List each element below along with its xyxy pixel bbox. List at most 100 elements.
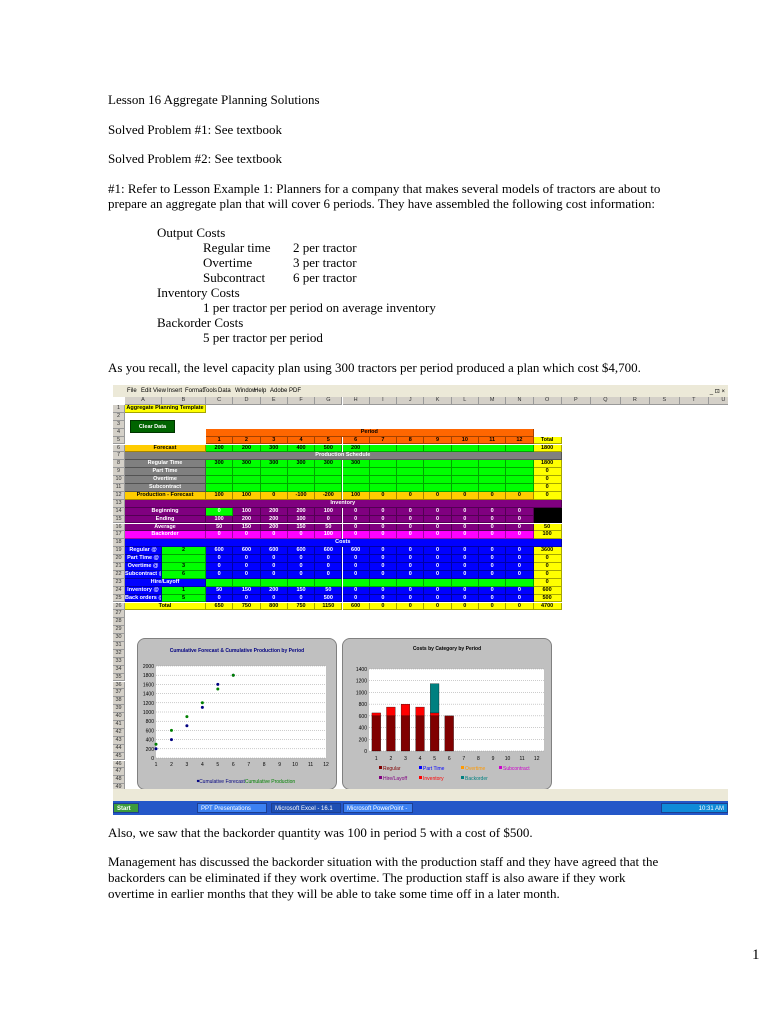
row-back-orders-rate[interactable]: 5 [162,594,206,603]
row-header-14[interactable]: 14 [113,507,125,516]
row-subcontract-period-6[interactable] [342,484,370,492]
row-header-42[interactable]: 42 [113,728,125,737]
menu-view[interactable]: View [153,388,166,394]
row-average-period-2[interactable]: 150 [233,523,261,532]
row-backorder-period-12[interactable]: 0 [506,531,534,540]
row-part-time-total[interactable]: 0 [533,555,562,563]
row-beginning-period-8[interactable]: 0 [397,507,425,516]
column-header-G[interactable]: G [315,397,343,405]
row-overtime-period-3[interactable]: 0 [260,563,288,571]
row-beginning-period-9[interactable]: 0 [424,507,452,516]
clear-data-button[interactable]: Clear Data [130,419,175,433]
row-part-time-period-10[interactable] [451,468,479,477]
row-part-time-period-7[interactable]: 0 [369,555,398,563]
row-header-9[interactable]: 9 [113,468,125,477]
row-part-time-period-10[interactable]: 0 [451,555,479,563]
row-part-time-period-8[interactable]: 0 [397,555,425,563]
row-total-period-11[interactable]: 0 [479,602,507,611]
period-number-12[interactable]: 12 [506,436,534,445]
row-header-13[interactable]: 13 [113,499,125,508]
row-average-period-10[interactable]: 0 [451,523,479,532]
row-part-time-period-3[interactable] [260,468,288,477]
row-subcontract-period-10[interactable]: 0 [451,570,479,579]
row-overtime-period-3[interactable] [260,476,288,484]
row-overtime-period-4[interactable] [287,476,316,484]
column-header-L[interactable]: L [451,397,479,405]
row-header-34[interactable]: 34 [113,665,125,674]
row-back-orders-period-12[interactable]: 0 [506,594,534,603]
row-ending-period-9[interactable]: 0 [424,515,452,524]
row-backorder-period-2[interactable]: 0 [233,531,261,540]
row-part-time-period-11[interactable] [479,468,507,477]
row-subcontract-period-2[interactable] [233,484,261,492]
row-production-forecast-period-1[interactable]: 100 [206,491,234,500]
row-header-3[interactable]: 3 [113,420,125,429]
row-forecast-total[interactable]: 1800 [533,444,562,453]
row-ending-period-6[interactable]: 0 [342,515,370,524]
row-header-25[interactable]: 25 [113,594,125,603]
row-overtime-period-5[interactable]: 0 [315,563,343,571]
row-header-2[interactable]: 2 [113,412,125,421]
row-beginning-period-5[interactable]: 100 [315,507,343,516]
row-subcontract-period-11[interactable] [479,484,507,492]
column-header-E[interactable]: E [260,397,288,405]
row-part-time-period-8[interactable] [397,468,425,477]
row-header-43[interactable]: 43 [113,736,125,745]
row-regular-period-10[interactable]: 0 [451,547,479,556]
row-regular-period-8[interactable]: 0 [397,547,425,556]
row-hire-layoff-period-7[interactable] [369,578,398,587]
row-part-time-period-12[interactable] [506,468,534,477]
row-subcontract-period-3[interactable]: 0 [260,570,288,579]
row-ending-period-2[interactable]: 200 [233,515,261,524]
row-total-period-3[interactable]: 800 [260,602,288,611]
row-hire-layoff-total[interactable]: 0 [533,578,562,587]
column-header-A[interactable]: A [125,397,162,405]
row-overtime-period-6[interactable] [342,476,370,484]
row-production-forecast-period-4[interactable]: -100 [287,491,316,500]
row-regular-period-5[interactable]: 600 [315,547,343,556]
row-average-period-3[interactable]: 200 [260,523,288,532]
row-subcontract-period-1[interactable] [206,484,234,492]
row-part-time-period-9[interactable]: 0 [424,555,452,563]
column-header-S[interactable]: S [650,397,680,405]
row-regular-period-11[interactable]: 0 [479,547,507,556]
row-header-24[interactable]: 24 [113,586,125,595]
row-regular-rate[interactable]: 2 [162,547,206,556]
row-back-orders-period-10[interactable]: 0 [451,594,479,603]
menu-adobe-pdf[interactable]: Adobe PDF [270,388,301,394]
row-part-time-period-12[interactable]: 0 [506,555,534,563]
row-regular-time-period-8[interactable] [397,460,425,469]
row-subcontract-period-8[interactable] [397,484,425,492]
row-subcontract-period-7[interactable] [369,484,398,492]
row-overtime-period-9[interactable] [424,476,452,484]
row-average-period-8[interactable]: 0 [397,523,425,532]
row-subcontract-period-7[interactable]: 0 [369,570,398,579]
row-total-period-10[interactable]: 0 [451,602,479,611]
row-hire-layoff-period-6[interactable] [342,578,370,587]
row-hire-layoff-period-11[interactable] [479,578,507,587]
column-header-Q[interactable]: Q [591,397,621,405]
row-forecast-period-3[interactable]: 300 [260,444,288,453]
row-ending-period-4[interactable]: 100 [287,515,316,524]
row-part-time-period-4[interactable]: 0 [287,555,316,563]
row-production-forecast-period-5[interactable]: -200 [315,491,343,500]
row-ending-period-1[interactable]: 100 [206,515,234,524]
row-backorder-period-5[interactable]: 100 [315,531,343,540]
row-header-48[interactable]: 48 [113,776,125,785]
row-subcontract-period-9[interactable] [424,484,452,492]
row-part-time-period-5[interactable]: 0 [315,555,343,563]
row-header-38[interactable]: 38 [113,697,125,706]
row-header-16[interactable]: 16 [113,523,125,532]
row-ending-period-7[interactable]: 0 [369,515,398,524]
row-part-time-period-6[interactable] [342,468,370,477]
row-total-period-7[interactable]: 0 [369,602,398,611]
period-number-4[interactable]: 4 [287,436,316,445]
row-header-46[interactable]: 46 [113,760,125,769]
row-overtime-period-6[interactable]: 0 [342,563,370,571]
row-inventory-period-4[interactable]: 150 [287,586,316,595]
row-part-time-period-1[interactable] [206,468,234,477]
row-ending-total[interactable] [533,515,562,524]
row-overtime-period-1[interactable] [206,476,234,484]
column-header-F[interactable]: F [287,397,316,405]
row-inventory-rate[interactable]: 1 [162,586,206,595]
